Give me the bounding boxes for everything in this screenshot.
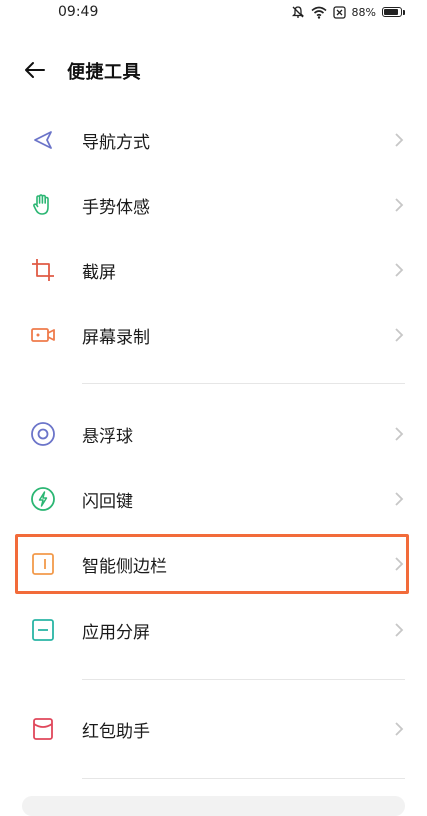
chevron-right-icon xyxy=(395,198,404,212)
hand-gesture-icon xyxy=(33,194,49,215)
menu-item-label: 屏幕录制 xyxy=(82,328,150,348)
menu-item-screen-record[interactable]: 屏幕录制 xyxy=(0,307,427,363)
menu-item-split-screen[interactable]: 应用分屏 xyxy=(0,602,427,658)
menu-item-gesture[interactable]: 手势体感 xyxy=(0,177,427,233)
status-icons: 88% xyxy=(291,5,405,19)
video-record-icon xyxy=(31,328,55,342)
status-bar: 09:49 88% xyxy=(0,0,427,26)
chevron-right-icon xyxy=(395,328,404,342)
menu-item-screenshot[interactable]: 截屏 xyxy=(0,242,427,298)
battery-icon xyxy=(382,7,405,17)
navigation-icon xyxy=(34,131,52,149)
header: 便捷工具 xyxy=(0,50,427,90)
menu-item-red-envelope[interactable]: 红包助手 xyxy=(0,701,427,757)
menu-item-label: 手势体感 xyxy=(82,198,150,218)
wifi-icon xyxy=(311,6,327,19)
menu-item-label: 悬浮球 xyxy=(82,427,133,447)
crop-icon xyxy=(32,259,54,281)
menu-item-flashback-key[interactable]: 闪回键 xyxy=(0,471,427,527)
highlight-box xyxy=(15,534,409,594)
chevron-right-icon xyxy=(395,492,404,506)
menu-item-label: 应用分屏 xyxy=(82,623,150,643)
chevron-right-icon xyxy=(395,722,404,736)
split-screen-icon xyxy=(32,619,54,641)
divider xyxy=(82,679,405,680)
flash-icon xyxy=(31,487,55,511)
menu-item-floating-ball[interactable]: 悬浮球 xyxy=(0,406,427,462)
menu-item-navigation[interactable]: 导航方式 xyxy=(0,112,427,168)
battery-percent: 88% xyxy=(351,5,376,19)
menu-item-label: 闪回键 xyxy=(82,492,133,512)
chevron-right-icon xyxy=(395,623,404,637)
mute-icon xyxy=(291,6,304,18)
menu-item-label: 截屏 xyxy=(82,263,116,283)
status-time: 09:49 xyxy=(58,4,99,20)
menu-item-label: 导航方式 xyxy=(82,133,150,153)
arrow-left-icon[interactable] xyxy=(22,57,48,83)
menu-item-label: 红包助手 xyxy=(82,722,150,742)
chevron-right-icon xyxy=(395,133,404,147)
chevron-right-icon xyxy=(395,427,404,441)
close-box-icon xyxy=(332,5,346,19)
red-envelope-icon xyxy=(33,718,53,740)
floating-ball-icon xyxy=(31,422,55,446)
divider xyxy=(82,778,405,779)
page-title: 便捷工具 xyxy=(67,62,141,83)
chevron-right-icon xyxy=(395,263,404,277)
divider xyxy=(82,383,405,384)
bottom-card xyxy=(22,796,405,816)
